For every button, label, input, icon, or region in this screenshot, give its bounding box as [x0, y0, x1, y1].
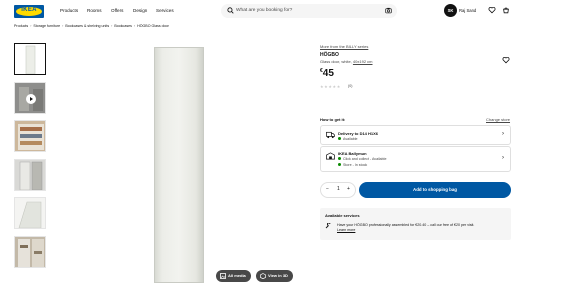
thumbnail-cabinet[interactable] [14, 159, 46, 191]
learn-more-link[interactable]: Learn more [337, 228, 355, 232]
breadcrumb-item[interactable]: Bookcases & shelving units [65, 24, 109, 28]
more-from-series-link[interactable]: More from the BILLY series [320, 44, 368, 49]
product-description-text: Glass door, white, [320, 59, 352, 64]
wrench-icon [325, 223, 331, 229]
heart-icon[interactable] [488, 6, 496, 14]
breadcrumb-separator: › [62, 24, 64, 28]
main-product-image[interactable] [154, 47, 204, 283]
search-icon [227, 7, 234, 14]
product-name: HÖGBO [320, 52, 339, 58]
decrement-button[interactable]: − [326, 186, 329, 192]
delivery-option[interactable]: Delivery to D14 H1X6 Available › [320, 125, 511, 145]
thumbnail-glass-detail[interactable] [14, 197, 46, 229]
click-collect-text: Click and collect - Available [343, 157, 387, 161]
chevron-right-icon: › [502, 131, 504, 137]
thumbnail-door[interactable] [14, 43, 46, 75]
room-thumbnail-image [15, 237, 45, 267]
quantity-value[interactable]: 1 [337, 186, 340, 192]
add-to-bag-button[interactable]: Add to shopping bag [359, 182, 511, 198]
services-text: Have your HÖGBO professionally assembled… [337, 223, 475, 227]
play-icon [26, 94, 36, 104]
change-store-link[interactable]: Change store [486, 117, 510, 122]
nav-services[interactable]: Services [156, 8, 174, 13]
cabinet-thumbnail-image [15, 160, 45, 190]
favourite-heart-icon[interactable] [502, 56, 510, 64]
price-value: 45 [322, 68, 334, 79]
avatar[interactable]: SK [444, 4, 457, 17]
product-description: Glass door, white, 40x192 cm [320, 59, 373, 64]
available-services-panel: Available services Have your HÖGBO profe… [320, 208, 511, 240]
view-3d-button[interactable]: View in 3D [256, 270, 293, 282]
thumbnail-bookcase[interactable] [14, 120, 46, 152]
door-thumbnail-image [15, 44, 45, 74]
search-input[interactable]: What are you booking for? [236, 8, 292, 13]
user-name[interactable]: Raj Sand [459, 8, 476, 13]
delivery-title: Delivery to D14 H1X6 [338, 131, 379, 136]
nav-offers[interactable]: Offers [111, 8, 123, 13]
chevron-right-icon: › [502, 155, 504, 161]
cube-3d-icon [260, 273, 266, 279]
truck-icon [326, 131, 335, 139]
nav-rooms[interactable]: Rooms [87, 8, 102, 13]
ikea-logo[interactable]: IKEA [14, 5, 44, 18]
services-heading: Available services [325, 213, 360, 218]
store-icon [326, 152, 335, 160]
glass-detail-thumbnail-image [15, 198, 45, 228]
product-size-link[interactable]: 40x192 cm [353, 59, 373, 64]
search-bar[interactable]: What are you booking for? [221, 4, 397, 18]
gallery-icon [220, 273, 226, 279]
breadcrumb-item[interactable]: Storage furniture [33, 24, 60, 28]
shopping-bag-icon[interactable] [502, 6, 510, 14]
available-dot [338, 157, 341, 160]
breadcrumb: Products › Storage furniture › Bookcases & s… [14, 24, 169, 28]
bookcase-thumbnail-image [15, 121, 45, 151]
thumbnail-video[interactable] [14, 82, 46, 114]
nav-products[interactable]: Products [60, 8, 78, 13]
click-collect-status: Click and collect - Available [338, 157, 386, 161]
all-media-label: All media [228, 273, 246, 278]
view-3d-label: View in 3D [268, 273, 288, 278]
quantity-stepper: − 1 + [320, 182, 356, 198]
product-price: €45 [320, 68, 334, 79]
breadcrumb-item[interactable]: Products [14, 24, 28, 28]
services-description: Have your HÖGBO professionally assembled… [337, 223, 507, 233]
available-dot [338, 137, 341, 140]
thumbnail-room[interactable] [14, 236, 46, 268]
logo-text: IKEA [21, 7, 37, 13]
rating-stars[interactable]: ★★★★★ [320, 84, 341, 89]
in-stock-dot [338, 163, 341, 166]
in-store-text: Store - In stock [343, 163, 368, 167]
all-media-button[interactable]: All media [216, 270, 251, 282]
camera-icon[interactable] [385, 7, 392, 14]
in-store-status: Store - In stock [338, 163, 367, 167]
how-to-get-it-heading: How to get it: [320, 117, 346, 122]
delivery-status: Available [338, 137, 358, 141]
nav-design[interactable]: Design [133, 8, 147, 13]
increment-button[interactable]: + [347, 186, 350, 192]
breadcrumb-separator: › [111, 24, 113, 28]
delivery-status-text: Available [343, 137, 358, 141]
rating-count[interactable]: (0) [348, 84, 352, 88]
breadcrumb-item[interactable]: Bookcases [114, 24, 132, 28]
breadcrumb-separator: › [30, 24, 32, 28]
store-option[interactable]: IKEA Ballymun Click and collect - Availa… [320, 146, 511, 172]
breadcrumb-separator: › [133, 24, 136, 28]
store-title: IKEA Ballymun [338, 151, 367, 156]
breadcrumb-current: HÖGBO Glass door [137, 24, 169, 28]
